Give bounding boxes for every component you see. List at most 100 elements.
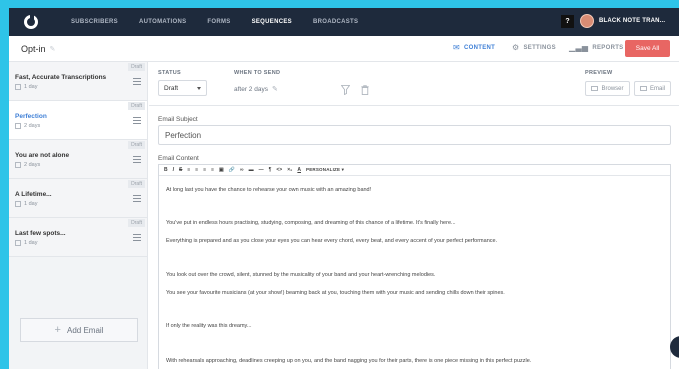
avatar bbox=[580, 14, 594, 28]
status-badge: Draft bbox=[128, 219, 145, 227]
drag-handle-icon[interactable] bbox=[133, 78, 141, 87]
email-list-item[interactable]: Draft Perfection 2 days bbox=[9, 101, 147, 140]
status-badge: Draft bbox=[128, 102, 145, 110]
nav-subscribers[interactable]: SUBSCRIBERS bbox=[71, 19, 118, 25]
status-label: STATUS bbox=[158, 70, 181, 76]
save-all-button[interactable]: Save All bbox=[625, 40, 670, 57]
status-badge: Draft bbox=[128, 141, 145, 149]
personalize-dropdown[interactable]: PERSONALIZE ▾ bbox=[306, 167, 344, 173]
horizontal-rule-button[interactable]: — bbox=[259, 167, 264, 173]
email-name: A Lifetime... bbox=[15, 191, 52, 198]
nav-automations[interactable]: AUTOMATIONS bbox=[139, 19, 186, 25]
when-to-send-label: WHEN TO SEND bbox=[234, 70, 281, 76]
email-list-sidebar: Draft Fast, Accurate Transcriptions 1 da… bbox=[9, 62, 148, 369]
email-name: You are not alone bbox=[15, 152, 70, 159]
email-delay-text: 1 day bbox=[24, 240, 38, 246]
bold-button[interactable]: B bbox=[164, 167, 168, 173]
chevron-down-icon bbox=[197, 87, 201, 90]
email-delay-text: 1 day bbox=[24, 84, 38, 90]
unlink-button[interactable]: ∞ bbox=[240, 167, 244, 173]
email-delay: 1 day bbox=[15, 84, 37, 90]
email-editor: STATUS Draft WHEN TO SEND after 2 days ✎… bbox=[149, 62, 679, 369]
subject-label: Email Subject bbox=[158, 116, 198, 123]
numbered-list-button[interactable]: ≡ bbox=[211, 167, 214, 173]
bulleted-list-button[interactable]: ≡ bbox=[203, 167, 206, 173]
edit-pencil-icon[interactable]: ✎ bbox=[272, 85, 278, 93]
gear-icon: ⚙ bbox=[512, 43, 520, 52]
app-window: SUBSCRIBERS AUTOMATIONS FORMS SEQUENCES … bbox=[9, 8, 679, 369]
account-name: BLACK NOTE TRAN... bbox=[599, 18, 666, 24]
preview-label: PREVIEW bbox=[585, 70, 613, 76]
tab-reports[interactable]: ▁▃▅ REPORTS bbox=[569, 43, 623, 52]
sequence-header: Opt-in ✎ ✉ CONTENT ⚙ SETTINGS ▁▃▅ REPORT… bbox=[9, 36, 679, 62]
drag-handle-icon[interactable] bbox=[133, 195, 141, 204]
when-to-send-text: after 2 days bbox=[234, 85, 268, 93]
paragraph-button[interactable]: ¶ bbox=[269, 167, 272, 173]
email-list-item[interactable]: Draft You are not alone 2 days bbox=[9, 140, 147, 179]
preview-browser-label: Browser bbox=[601, 85, 624, 92]
nav-sequences[interactable]: SEQUENCES bbox=[252, 19, 292, 25]
mail-icon: ✉ bbox=[453, 43, 461, 52]
align-center-button[interactable]: ≡ bbox=[195, 167, 198, 173]
status-select-value: Draft bbox=[164, 84, 179, 92]
italic-button[interactable]: I bbox=[173, 167, 174, 173]
email-list-item[interactable]: Draft A Lifetime... 1 day bbox=[9, 179, 147, 218]
email-list-item[interactable]: Draft Fast, Accurate Transcriptions 1 da… bbox=[9, 62, 147, 101]
calendar-icon bbox=[15, 201, 21, 207]
calendar-icon bbox=[15, 162, 21, 168]
body-paragraph: Everything is prepared and as you close … bbox=[166, 238, 498, 244]
email-delay: 2 days bbox=[15, 162, 40, 168]
rich-text-editor[interactable]: B I S ≡ ≡ ≡ ≡ ▣ 🔗 ∞ ▬ — ¶ <> ×₂ A PERSON… bbox=[158, 164, 671, 369]
email-delay: 1 day bbox=[15, 201, 37, 207]
status-badge: Draft bbox=[128, 180, 145, 188]
body-paragraph: With rehearsals approaching, deadlines c… bbox=[166, 358, 532, 364]
body-paragraph: You look out over the crowd, silent, stu… bbox=[166, 272, 436, 278]
help-button[interactable]: ? bbox=[561, 15, 574, 28]
body-paragraph: At long last you have the chance to rehe… bbox=[166, 187, 372, 193]
when-to-send-value[interactable]: after 2 days ✎ bbox=[234, 85, 278, 94]
sequence-title[interactable]: Opt-in bbox=[21, 44, 46, 54]
text-color-button[interactable]: A bbox=[297, 167, 301, 173]
edit-pencil-icon[interactable]: ✎ bbox=[50, 45, 56, 53]
email-delay: 1 day bbox=[15, 240, 37, 246]
trash-icon[interactable] bbox=[361, 82, 369, 100]
preview-email-label: Email bbox=[649, 85, 665, 92]
email-name: Fast, Accurate Transcriptions bbox=[15, 74, 107, 81]
logo-icon[interactable] bbox=[21, 12, 41, 32]
drag-handle-icon[interactable] bbox=[133, 234, 141, 243]
code-button[interactable]: <> bbox=[276, 167, 282, 173]
subject-input[interactable]: Perfection bbox=[158, 125, 671, 145]
calendar-icon bbox=[15, 240, 21, 246]
editor-toolbar: B I S ≡ ≡ ≡ ≡ ▣ 🔗 ∞ ▬ — ¶ <> ×₂ A PERSON… bbox=[159, 165, 670, 176]
email-delay-text: 2 days bbox=[24, 162, 41, 168]
status-select[interactable]: Draft bbox=[158, 80, 207, 96]
add-email-label: Add Email bbox=[66, 325, 104, 335]
bar-chart-icon: ▁▃▅ bbox=[569, 43, 589, 52]
tab-content[interactable]: ✉ CONTENT bbox=[453, 43, 495, 52]
mail-icon bbox=[639, 86, 647, 91]
clear-format-button[interactable]: ×₂ bbox=[287, 167, 292, 173]
plus-icon: + bbox=[54, 324, 61, 336]
tab-content-label: CONTENT bbox=[464, 44, 496, 51]
divider bbox=[149, 105, 679, 106]
email-list-item[interactable]: Draft Last few spots... 1 day bbox=[9, 218, 147, 257]
body-paragraph: You've put in endless hours practising, … bbox=[166, 220, 456, 226]
preview-browser-button[interactable]: Browser bbox=[585, 81, 630, 96]
tab-reports-label: REPORTS bbox=[592, 44, 624, 51]
link-button[interactable]: 🔗 bbox=[229, 167, 235, 173]
nav-forms[interactable]: FORMS bbox=[207, 19, 230, 25]
align-left-button[interactable]: ≡ bbox=[187, 167, 190, 173]
filter-icon[interactable] bbox=[340, 82, 351, 100]
preview-email-button[interactable]: Email bbox=[634, 81, 671, 96]
add-email-button[interactable]: + Add Email bbox=[20, 318, 138, 342]
tab-settings[interactable]: ⚙ SETTINGS bbox=[512, 43, 556, 52]
button-insert-button[interactable]: ▬ bbox=[249, 167, 254, 173]
strikethrough-button[interactable]: S bbox=[179, 167, 182, 173]
email-delay: 2 days bbox=[15, 123, 40, 129]
drag-handle-icon[interactable] bbox=[133, 117, 141, 126]
nav-broadcasts[interactable]: BROADCASTS bbox=[313, 19, 358, 25]
account-menu[interactable]: BLACK NOTE TRAN... bbox=[580, 14, 665, 28]
drag-handle-icon[interactable] bbox=[133, 156, 141, 165]
image-button[interactable]: ▣ bbox=[219, 167, 224, 173]
body-paragraph: You see your favourite musicians (at you… bbox=[166, 290, 505, 296]
